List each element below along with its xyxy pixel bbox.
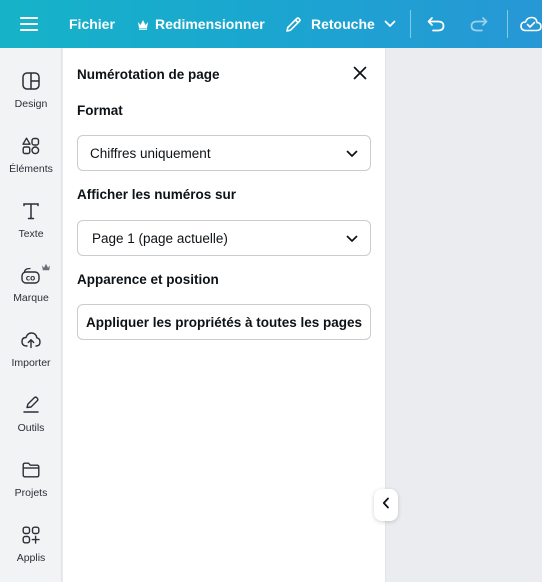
sidebar-item-apps[interactable]: Applis — [0, 524, 62, 582]
svg-text:CO: CO — [26, 275, 36, 282]
chevron-down-icon — [346, 146, 358, 161]
format-label: Format — [77, 103, 123, 118]
apply-to-all-pages-button[interactable]: Appliquer les propriétés à toutes les pa… — [77, 304, 371, 340]
sidebar-item-label: Éléments — [9, 163, 53, 175]
sidebar-item-label: Marque — [13, 292, 49, 304]
sidebar-item-label: Outils — [17, 422, 45, 434]
chevron-down-icon — [346, 231, 358, 246]
close-icon — [353, 66, 367, 85]
redo-icon — [470, 16, 488, 32]
apps-icon — [20, 524, 42, 546]
file-menu-label: Fichier — [69, 16, 115, 32]
redo-button[interactable] — [470, 0, 488, 48]
sidebar-item-brand[interactable]: CO Marque — [0, 263, 62, 326]
side-navigation: Design Éléments Texte CO Marque Importer… — [0, 48, 62, 582]
folder-icon — [20, 459, 42, 481]
canvas-area[interactable] — [387, 48, 542, 582]
sidebar-item-label: Texte — [18, 228, 44, 240]
shapes-icon — [20, 135, 42, 157]
format-select-value: Chiffres uniquement — [90, 145, 211, 161]
sidebar-item-design[interactable]: Design — [0, 70, 62, 132]
undo-button[interactable] — [427, 0, 445, 48]
panel-title: Numérotation de page — [77, 67, 220, 82]
cloud-check-icon — [520, 16, 542, 32]
pencil-icon — [285, 16, 302, 33]
resize-button[interactable]: Redimensionner — [137, 0, 265, 48]
show-on-select-value: Page 1 (page actuelle) — [92, 230, 228, 246]
edit-label: Retouche — [311, 16, 375, 32]
format-select[interactable]: Chiffres uniquement — [77, 135, 371, 171]
sidebar-item-projects[interactable]: Projets — [0, 459, 62, 521]
save-status-button[interactable] — [520, 0, 542, 48]
layout-icon — [20, 70, 42, 92]
sidebar-item-label: Projets — [14, 487, 48, 499]
sidebar-item-label: Design — [14, 98, 48, 110]
show-on-select[interactable]: Page 1 (page actuelle) — [77, 220, 371, 256]
draw-tool-icon — [20, 394, 42, 416]
sidebar-item-tools[interactable]: Outils — [0, 394, 62, 456]
sidebar-item-text[interactable]: Texte — [0, 200, 62, 262]
top-toolbar: Fichier Redimensionner Retouche — [0, 0, 542, 48]
brand-kit-icon: CO — [20, 263, 50, 286]
crown-icon — [41, 258, 51, 276]
show-on-label: Afficher les numéros sur — [77, 187, 237, 202]
chevron-down-icon — [384, 20, 396, 28]
appearance-label: Apparence et position — [77, 272, 219, 287]
sidebar-item-label: Importer — [11, 357, 51, 369]
cloud-upload-icon — [20, 329, 42, 351]
text-icon — [20, 200, 42, 222]
main-menu-button[interactable] — [20, 0, 38, 48]
undo-icon — [427, 16, 445, 32]
apply-to-all-pages-label: Appliquer les propriétés à toutes les pa… — [85, 314, 363, 330]
chevron-left-icon — [382, 496, 390, 514]
toolbar-divider — [410, 10, 411, 38]
sidebar-item-elements[interactable]: Éléments — [0, 135, 62, 197]
page-numbering-panel: Numérotation de page Format Chiffres uni… — [63, 48, 386, 582]
sidebar-item-label: Applis — [16, 552, 46, 564]
sidebar-item-upload[interactable]: Importer — [0, 329, 62, 391]
close-panel-button[interactable] — [350, 65, 370, 85]
crown-icon — [137, 19, 149, 30]
file-menu-button[interactable]: Fichier — [69, 0, 115, 48]
collapse-panel-button[interactable] — [374, 489, 398, 521]
edit-menu-button[interactable]: Retouche — [285, 0, 396, 48]
hamburger-menu-icon — [20, 17, 38, 31]
toolbar-divider — [507, 10, 508, 38]
resize-label: Redimensionner — [155, 16, 265, 32]
